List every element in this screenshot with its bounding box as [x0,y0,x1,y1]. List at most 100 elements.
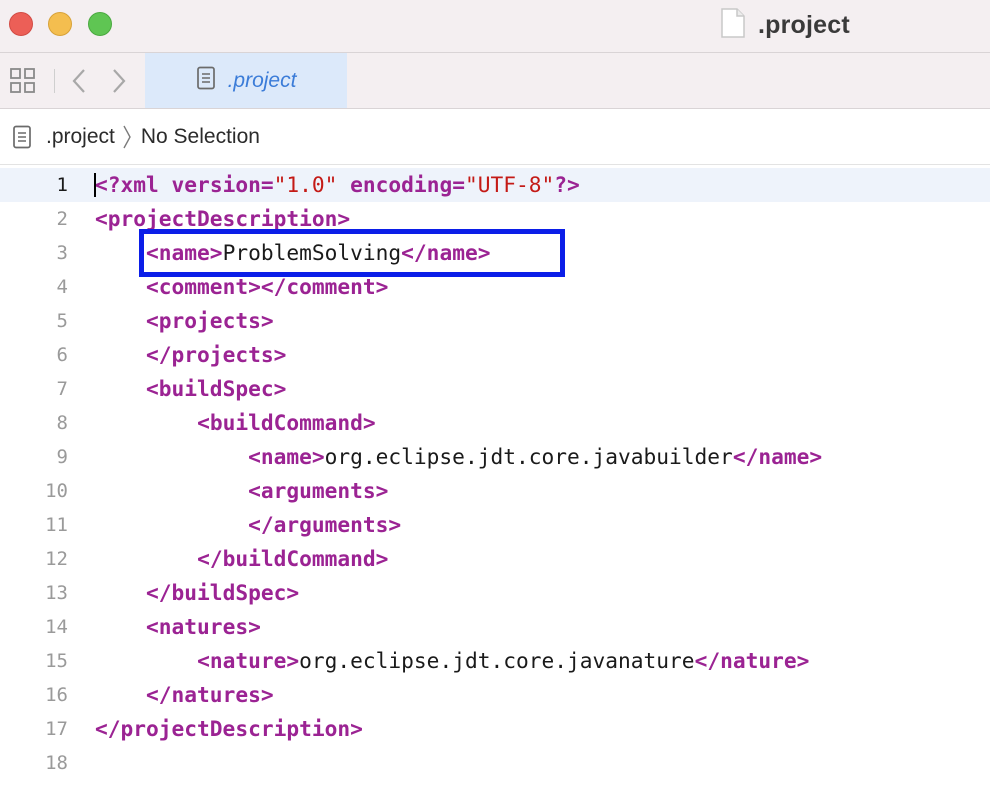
code-text: <nature>org.eclipse.jdt.core.javanature<… [95,644,809,678]
code-text: <projects> [95,304,274,338]
line-number: 18 [45,752,68,774]
code-line[interactable]: 7 <buildSpec> [0,372,990,406]
xml-text: org.eclipse.jdt.core.javanature [299,648,695,673]
xml-tag: </nature> [694,648,810,673]
window-title-text: .project [758,10,850,39]
line-number: 9 [56,446,68,468]
xml-tag: <projects> [146,308,274,333]
code-text: <natures> [95,610,261,644]
zoom-window-button[interactable] [88,12,112,36]
document-icon [720,7,746,43]
xml-text [159,172,172,197]
line-number: 12 [45,548,68,570]
xml-tag: </natures> [146,682,274,707]
code-text: </buildCommand> [95,542,388,576]
line-number: 10 [45,480,68,502]
code-line[interactable]: 17 </projectDescription> [0,712,990,746]
code-line[interactable]: 18 [0,746,990,780]
xml-string: "1.0" [273,172,338,197]
xml-tag: <name> [248,444,325,469]
tab-bar: .project [0,53,990,109]
xml-tag: <buildSpec> [146,376,287,401]
line-number: 14 [45,616,68,638]
xml-tag: <comment></comment> [146,274,389,299]
jump-bar: .project No Selection [0,109,990,165]
code-text: </arguments> [95,508,401,542]
xml-text [95,376,146,401]
line-number: 4 [56,276,68,298]
line-number: 1 [56,174,68,196]
back-chevron-icon[interactable] [68,67,92,95]
text-cursor [94,173,96,197]
grid-icon[interactable] [8,66,38,96]
code-line[interactable]: 14 <natures> [0,610,990,644]
code-text: <buildCommand> [95,406,376,440]
xml-text [95,512,248,537]
highlight-box [139,229,565,277]
line-number: 15 [45,650,68,672]
code-line[interactable]: 6 </projects> [0,338,990,372]
line-number: 7 [56,378,68,400]
title-bar: .project [0,0,990,53]
code-line[interactable]: 13 </buildSpec> [0,576,990,610]
code-line[interactable]: 10 <arguments> [0,474,990,508]
xml-text [95,308,146,333]
file-icon [12,125,32,149]
code-line[interactable]: 9 <name>org.eclipse.jdt.core.javabuilder… [0,440,990,474]
xml-tag: </arguments> [248,512,402,537]
xml-text [95,410,197,435]
xml-text [337,172,350,197]
xml-text [95,682,146,707]
xml-tag: <natures> [146,614,261,639]
breadcrumb-file[interactable]: .project [46,125,115,149]
code-text: <arguments> [95,474,388,508]
code-line[interactable]: 11 </arguments> [0,508,990,542]
xml-tag: ?> [554,172,580,197]
xml-tag: </name> [732,444,823,469]
code-line[interactable]: 16 </natures> [0,678,990,712]
code-text: </natures> [95,678,274,712]
tab-project[interactable]: .project [145,53,347,108]
code-text: <buildSpec> [95,372,286,406]
code-line[interactable]: 8 <buildCommand> [0,406,990,440]
minimize-window-button[interactable] [48,12,72,36]
xml-tag: <nature> [197,648,300,673]
file-icon [196,66,216,95]
breadcrumb-separator-icon [121,124,133,150]
xml-tag: = [452,172,465,197]
close-window-button[interactable] [9,12,33,36]
code-line[interactable]: 15 <nature>org.eclipse.jdt.core.javanatu… [0,644,990,678]
line-number: 16 [45,684,68,706]
breadcrumb-selection[interactable]: No Selection [141,125,260,149]
code-text: </projectDescription> [95,712,363,746]
line-number: 17 [45,718,68,740]
code-line[interactable]: 12 </buildCommand> [0,542,990,576]
code-text: <name>org.eclipse.jdt.core.javabuilder</… [95,440,822,474]
xml-tag: </buildCommand> [197,546,389,571]
code-line[interactable]: 5 <projects> [0,304,990,338]
xml-text [95,274,146,299]
xml-text [95,444,248,469]
xml-string: "UTF-8" [464,172,555,197]
line-number: 8 [56,412,68,434]
code-text: </buildSpec> [95,576,299,610]
xml-tag: </projects> [146,342,287,367]
xml-text: org.eclipse.jdt.core.javabuilder [324,444,733,469]
xml-tag: = [260,172,274,197]
tab-label: .project [227,68,297,92]
forward-chevron-icon[interactable] [106,67,130,95]
code-text: </projects> [95,338,286,372]
line-number: 11 [45,514,68,536]
xml-text [95,342,146,367]
xml-tag: </buildSpec> [146,580,300,605]
xml-text [95,580,146,605]
xml-text [95,478,248,503]
line-number: 3 [56,242,68,264]
code-text: <?xml version="1.0" encoding="UTF-8"?> [95,168,580,202]
line-number: 2 [56,208,68,230]
line-number: 5 [56,310,68,332]
xml-tag: <projectDescription> [95,206,351,231]
code-line[interactable]: 1 <?xml version="1.0" encoding="UTF-8"?> [0,168,990,202]
xml-tag: </projectDescription> [95,716,363,741]
xml-tag: <?xml [95,172,159,197]
